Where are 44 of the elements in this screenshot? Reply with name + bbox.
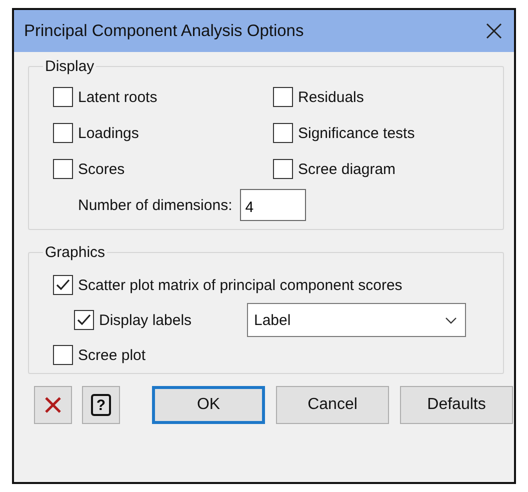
group-title: Graphics <box>44 244 106 261</box>
checkbox-label: Residuals <box>298 88 364 106</box>
checkbox[interactable]: Display labels <box>74 310 192 330</box>
checkbox[interactable]: Significance tests <box>273 123 491 143</box>
checkbox-label: Scree plot <box>78 346 146 364</box>
checkbox-label: Significance tests <box>298 124 415 142</box>
checkbox[interactable]: Scores <box>53 159 273 179</box>
checkbox-square[interactable] <box>273 159 293 179</box>
dimensions-input[interactable]: 4 <box>240 189 306 221</box>
checkbox-square[interactable] <box>273 87 293 107</box>
dialog-button[interactable]: OK <box>152 386 265 424</box>
checkbox[interactable]: Latent roots <box>53 87 273 107</box>
window-title: Principal Component Analysis Options <box>24 22 304 40</box>
checkbox[interactable]: Loadings <box>53 123 273 143</box>
help-button[interactable]: ? <box>82 386 120 424</box>
checkbox-square[interactable] <box>74 310 94 330</box>
checkbox-label: Scatter plot matrix of principal component scores <box>78 276 402 294</box>
checkbox[interactable]: Scree diagram <box>273 159 491 179</box>
dimensions-label: Number of dimensions: <box>78 196 232 214</box>
checkmark-icon <box>77 314 91 326</box>
checkbox[interactable]: Scatter plot matrix of principal component scores <box>53 275 402 295</box>
cross-icon <box>45 397 61 413</box>
dropdown-value: Label <box>254 312 291 328</box>
close-icon[interactable] <box>486 23 502 39</box>
label-dropdown[interactable]: Label <box>247 303 466 337</box>
checkmark-icon <box>56 279 70 291</box>
checkbox-label: Display labels <box>99 312 192 328</box>
group-title: Display <box>44 58 96 75</box>
checkbox-square[interactable] <box>53 123 73 143</box>
cancel-x-button[interactable] <box>34 386 72 424</box>
checkbox[interactable]: Scree plot <box>53 345 146 365</box>
checkbox[interactable]: Residuals <box>273 87 491 107</box>
dialog-button[interactable]: Defaults <box>400 386 513 424</box>
checkbox-square[interactable] <box>53 345 73 365</box>
dialog-button[interactable]: Cancel <box>276 386 389 424</box>
checkbox-label: Scores <box>78 160 125 178</box>
checkbox-square[interactable] <box>53 159 73 179</box>
checkbox-square[interactable] <box>53 87 73 107</box>
chevron-down-icon <box>445 316 457 324</box>
checkbox-label: Loadings <box>78 124 139 142</box>
checkbox-label: Latent roots <box>78 88 158 106</box>
checkbox-label: Scree diagram <box>298 160 396 178</box>
checkbox-square[interactable] <box>273 123 293 143</box>
checkbox-square[interactable] <box>53 275 73 295</box>
